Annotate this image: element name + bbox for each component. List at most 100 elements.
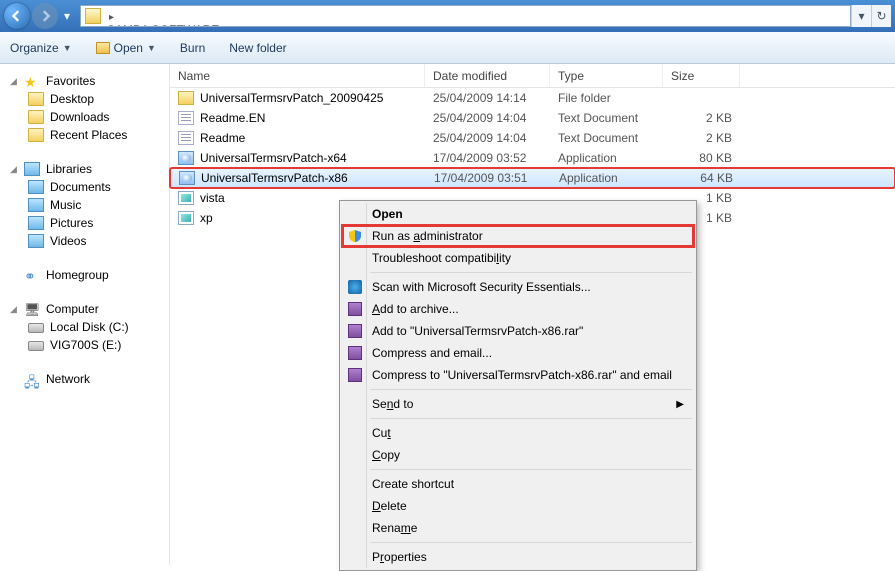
breadcrumb-separator[interactable]: ▸ <box>105 12 118 23</box>
file-name: Readme.EN <box>200 111 265 125</box>
computer-icon: 🖥 <box>24 302 40 316</box>
file-date: 25/04/2009 14:04 <box>425 111 550 125</box>
menu-item-label: Rename <box>372 521 417 535</box>
column-date[interactable]: Date modified <box>425 64 550 87</box>
network-icon: 🖧 <box>24 372 40 386</box>
sidebar: ◢★ Favorites Desktop Downloads Recent Plac… <box>0 64 170 565</box>
menu-separator <box>370 272 692 273</box>
sidebar-item[interactable]: Recent Places <box>4 126 165 144</box>
sidebar-item-label: VIG700S (E:) <box>50 338 121 352</box>
file-size: 64 KB <box>664 171 741 185</box>
menu-item-label: Delete <box>372 499 407 513</box>
sidebar-item-label: Local Disk (C:) <box>50 320 129 334</box>
organize-button[interactable]: Organize ▼ <box>10 41 72 55</box>
menu-item[interactable]: Rename <box>342 517 694 539</box>
menu-item[interactable]: Add to "UniversalTermsrvPatch-x86.rar" <box>342 320 694 342</box>
archive-icon <box>346 300 364 318</box>
file-row[interactable]: UniversalTermsrvPatch-x86 17/04/2009 03:5… <box>170 168 895 188</box>
sidebar-favorites[interactable]: ◢★ Favorites <box>4 72 165 90</box>
menu-item[interactable]: Delete <box>342 495 694 517</box>
menu-item[interactable]: Copy <box>342 444 694 466</box>
file-type: Text Document <box>550 131 663 145</box>
sidebar-item-label: Recent Places <box>50 128 127 142</box>
file-name: xp <box>200 211 213 225</box>
txt-icon <box>178 131 194 145</box>
burn-label: Burn <box>180 41 205 55</box>
drive-icon <box>28 323 44 333</box>
menu-item[interactable]: Scan with Microsoft Security Essentials.… <box>342 276 694 298</box>
menu-item[interactable]: Compress and email... <box>342 342 694 364</box>
sidebar-item[interactable]: Videos <box>4 232 165 250</box>
menu-item[interactable]: Send to ▶ <box>342 393 694 415</box>
menu-item[interactable]: Cut <box>342 422 694 444</box>
column-type[interactable]: Type <box>550 64 663 87</box>
file-size: 80 KB <box>663 151 740 165</box>
file-row[interactable]: UniversalTermsrvPatch-x6417/04/2009 03:5… <box>170 148 895 168</box>
jpg-icon <box>178 191 194 205</box>
sidebar-item-label: Downloads <box>50 110 109 124</box>
open-label: Open <box>114 41 143 55</box>
drive-icon <box>28 341 44 351</box>
sidebar-computer[interactable]: ◢🖥 Computer <box>4 300 165 318</box>
open-button[interactable]: Open ▼ <box>96 41 156 55</box>
open-icon <box>96 42 110 54</box>
menu-separator <box>370 469 692 470</box>
sidebar-item[interactable]: Local Disk (C:) <box>4 318 165 336</box>
menu-item-label: Run as administrator <box>372 229 483 243</box>
menu-item[interactable]: Open <box>342 203 694 225</box>
menu-separator <box>370 389 692 390</box>
refresh-button[interactable]: ↻ <box>871 5 891 27</box>
file-name: UniversalTermsrvPatch-x86 <box>201 171 348 185</box>
file-row[interactable]: Readme.EN25/04/2009 14:04Text Document2 … <box>170 108 895 128</box>
file-name: vista <box>200 191 225 205</box>
menu-item[interactable]: Create shortcut <box>342 473 694 495</box>
file-row[interactable]: UniversalTermsrvPatch_2009042525/04/2009… <box>170 88 895 108</box>
submenu-arrow-icon: ▶ <box>676 399 684 410</box>
burn-button[interactable]: Burn <box>180 41 205 55</box>
sidebar-item-label: Pictures <box>50 216 93 230</box>
sidebar-item[interactable]: Documents <box>4 178 165 196</box>
folder-icon <box>28 198 44 212</box>
breadcrumb-item[interactable]: SAMBA SOFTWARE <box>105 23 292 27</box>
folder-icon <box>28 234 44 248</box>
menu-item[interactable]: Compress to "UniversalTermsrvPatch-x86.r… <box>342 364 694 386</box>
sidebar-item[interactable]: Music <box>4 196 165 214</box>
new-folder-button[interactable]: New folder <box>229 41 286 55</box>
nav-forward-button[interactable] <box>32 3 58 29</box>
column-name[interactable]: Name <box>170 64 425 87</box>
sidebar-network[interactable]: 🖧 Network <box>4 370 165 388</box>
sidebar-homegroup[interactable]: ⚭ Homegroup <box>4 266 165 284</box>
menu-item-label: Send to <box>372 397 413 411</box>
breadcrumb-item[interactable]: SAMBAPOS <box>105 5 292 9</box>
sidebar-item[interactable]: Pictures <box>4 214 165 232</box>
address-bar[interactable]: ▸Computer▸VIG700S (E:)▸SAMBAPOS▸SAMBA SO… <box>80 5 851 27</box>
file-date: 17/04/2009 03:51 <box>426 171 551 185</box>
sidebar-item[interactable]: Downloads <box>4 108 165 126</box>
antivirus-icon <box>346 278 364 296</box>
file-row[interactable]: Readme25/04/2009 14:04Text Document2 KB <box>170 128 895 148</box>
sidebar-libraries[interactable]: ◢ Libraries <box>4 160 165 178</box>
folder-icon <box>28 180 44 194</box>
star-icon: ★ <box>24 74 40 88</box>
column-size[interactable]: Size <box>663 64 740 87</box>
menu-item[interactable]: Troubleshoot compatibility <box>342 247 694 269</box>
address-dropdown-button[interactable]: ▾ <box>851 5 871 27</box>
folder-icon <box>85 8 101 24</box>
sidebar-item-label: Documents <box>50 180 111 194</box>
titlebar: ▾ ▸Computer▸VIG700S (E:)▸SAMBAPOS▸SAMBA … <box>0 0 895 32</box>
nav-back-button[interactable] <box>4 3 30 29</box>
menu-item[interactable]: Run as administrator <box>342 225 694 247</box>
nav-history-dropdown[interactable]: ▾ <box>60 9 74 23</box>
folder-icon <box>28 92 44 106</box>
menu-item-label: Compress to "UniversalTermsrvPatch-x86.r… <box>372 368 672 382</box>
file-name: Readme <box>200 131 245 145</box>
sidebar-item[interactable]: Desktop <box>4 90 165 108</box>
sidebar-item[interactable]: VIG700S (E:) <box>4 336 165 354</box>
folder-icon <box>28 216 44 230</box>
menu-item[interactable]: Add to archive... <box>342 298 694 320</box>
file-type: Application <box>551 171 664 185</box>
file-size: 2 KB <box>663 111 740 125</box>
menu-item-label: Properties <box>372 550 427 564</box>
archive-icon <box>346 344 364 362</box>
toolbar: Organize ▼ Open ▼ Burn New folder <box>0 32 895 64</box>
